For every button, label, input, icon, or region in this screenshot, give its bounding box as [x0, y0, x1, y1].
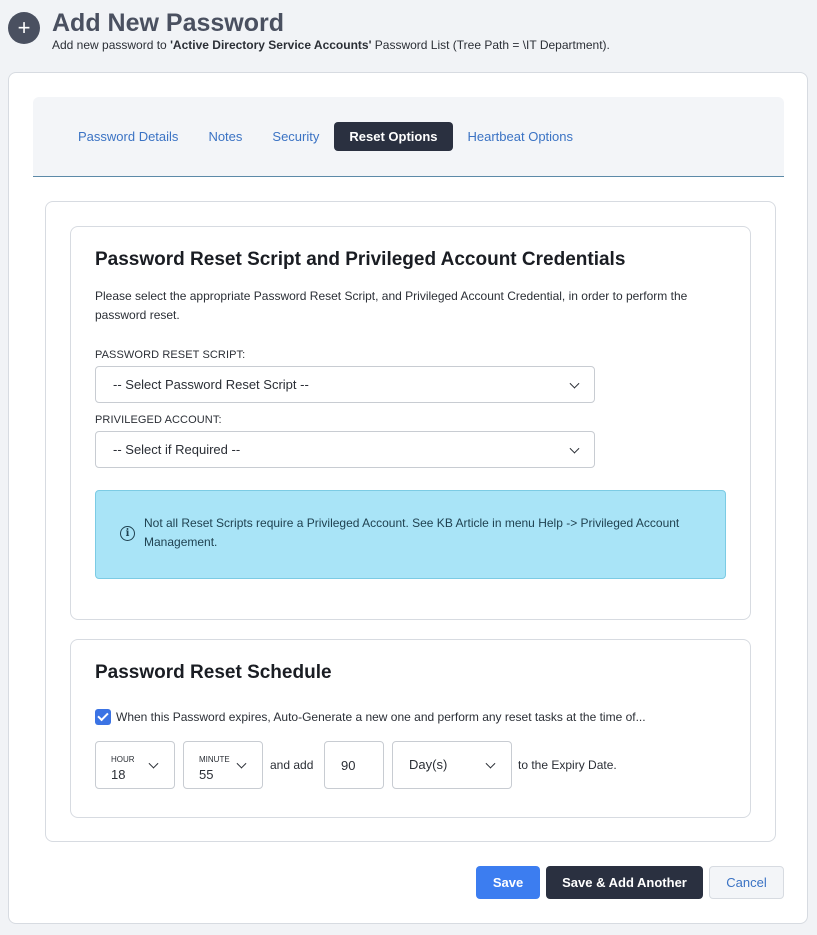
unit-value: Day(s) — [409, 757, 448, 772]
minute-select[interactable]: MINUTE 55 — [183, 741, 263, 789]
tab-heartbeat-options[interactable]: Heartbeat Options — [453, 122, 589, 151]
tab-security[interactable]: Security — [257, 122, 334, 151]
form-card: Password Details Notes Security Reset Op… — [8, 72, 808, 924]
auto-generate-row: When this Password expires, Auto-Generat… — [95, 709, 646, 725]
cancel-button[interactable]: Cancel — [709, 866, 784, 899]
info-text: Not all Reset Scripts require a Privileg… — [144, 516, 680, 549]
reset-options-panel: Password Reset Script and Privileged Acc… — [45, 201, 776, 842]
page-subtitle: Add new password to 'Active Directory Se… — [52, 38, 610, 52]
reset-script-value: -- Select Password Reset Script -- — [113, 377, 309, 392]
info-icon: i — [120, 526, 135, 541]
info-alert: i Not all Reset Scripts require a Privil… — [95, 490, 726, 579]
days-input[interactable]: 90 — [324, 741, 384, 789]
tab-password-details[interactable]: Password Details — [63, 122, 193, 151]
save-button[interactable]: Save — [476, 866, 540, 899]
privileged-account-label: PRIVILEGED ACCOUNT: — [95, 414, 222, 426]
reset-script-label: PASSWORD RESET SCRIPT: — [95, 349, 246, 361]
privileged-account-value: -- Select if Required -- — [113, 442, 241, 457]
section-title: Password Reset Script and Privileged Acc… — [95, 249, 626, 270]
expiry-suffix-text: to the Expiry Date. — [518, 758, 617, 772]
reset-schedule-section: Password Reset Schedule When this Passwo… — [70, 639, 751, 818]
privileged-account-select[interactable]: -- Select if Required -- — [95, 431, 595, 468]
section-title: Password Reset Schedule — [95, 662, 332, 683]
tabs: Password Details Notes Security Reset Op… — [63, 122, 588, 151]
unit-select[interactable]: Day(s) — [392, 741, 512, 789]
chevron-down-icon — [569, 378, 580, 389]
hour-value: 18 — [111, 767, 126, 782]
auto-generate-checkbox[interactable] — [95, 709, 111, 725]
save-and-add-another-button[interactable]: Save & Add Another — [546, 866, 703, 899]
and-add-text: and add — [270, 758, 314, 772]
password-list-name: 'Active Directory Service Accounts' — [170, 38, 372, 52]
hour-select[interactable]: HOUR 18 — [95, 741, 175, 789]
minute-label: MINUTE — [199, 755, 230, 764]
chevron-down-icon — [236, 758, 247, 769]
header-text: Add New Password Add new password to 'Ac… — [52, 8, 610, 52]
page-title: Add New Password — [52, 9, 284, 37]
reset-script-section: Password Reset Script and Privileged Acc… — [70, 226, 751, 620]
subtitle-prefix: Add new password to — [52, 38, 171, 52]
page-header: + Add New Password Add new password to '… — [8, 8, 610, 52]
tab-notes[interactable]: Notes — [193, 122, 257, 151]
tab-bar: Password Details Notes Security Reset Op… — [33, 97, 784, 177]
reset-script-select[interactable]: -- Select Password Reset Script -- — [95, 366, 595, 403]
subtitle-suffix: Password List (Tree Path = \IT Departmen… — [371, 38, 610, 52]
hour-label: HOUR — [111, 755, 135, 764]
chevron-down-icon — [569, 443, 580, 454]
plus-icon: + — [8, 12, 40, 44]
chevron-down-icon — [485, 758, 496, 769]
tab-reset-options[interactable]: Reset Options — [334, 122, 453, 151]
section-description: Please select the appropriate Password R… — [95, 289, 688, 322]
auto-generate-label: When this Password expires, Auto-Generat… — [116, 710, 646, 724]
minute-value: 55 — [199, 767, 214, 782]
chevron-down-icon — [148, 758, 159, 769]
